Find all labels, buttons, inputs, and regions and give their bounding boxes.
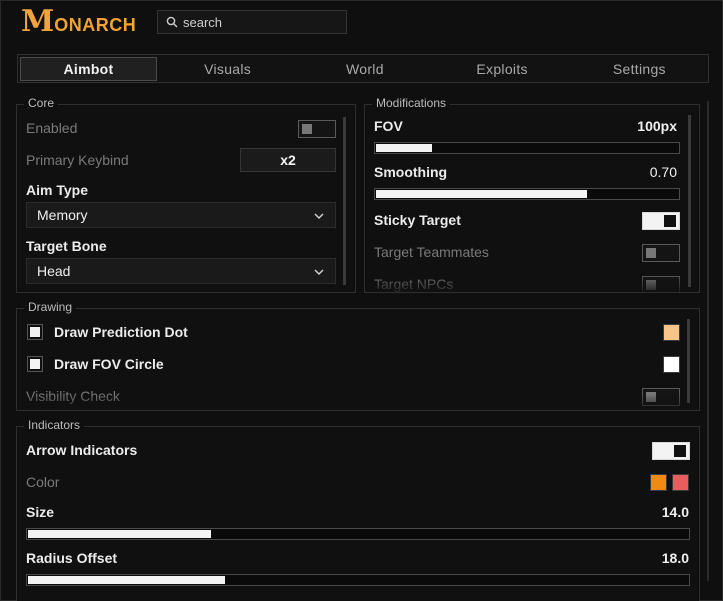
indicator-color-swatch-b[interactable] — [672, 474, 689, 491]
enabled-label: Enabled — [26, 120, 78, 136]
size-slider[interactable] — [26, 528, 690, 540]
prediction-dot-checkbox[interactable] — [27, 324, 43, 340]
target-npcs-label: Target NPCs — [374, 276, 454, 292]
indicator-color-swatch-a[interactable] — [650, 474, 667, 491]
size-value: 14.0 — [661, 504, 689, 520]
fov-label: FOV — [374, 118, 403, 134]
drawing-scrollbar[interactable] — [687, 319, 690, 403]
visibility-check-label: Visibility Check — [26, 388, 120, 404]
toggle-knob — [302, 124, 312, 134]
visibility-check-toggle[interactable] — [642, 388, 680, 406]
aim-type-label: Aim Type — [26, 182, 88, 198]
app-logo: M ONARCH — [21, 7, 136, 37]
radius-offset-slider[interactable] — [26, 574, 690, 586]
arrow-indicators-toggle[interactable] — [652, 442, 690, 460]
indicators-title: Indicators — [24, 418, 85, 432]
primary-keybind-label: Primary Keybind — [26, 152, 129, 168]
toggle-knob — [646, 280, 656, 290]
smoothing-label: Smoothing — [374, 164, 448, 180]
prediction-dot-color-swatch[interactable] — [663, 324, 680, 341]
enabled-toggle[interactable] — [298, 120, 336, 138]
indicators-group: Arrow Indicators Color Size 14.0 Radius … — [16, 426, 700, 601]
fov-value: 100px — [637, 118, 677, 134]
toggle-knob — [674, 445, 686, 457]
logo-initial: M — [21, 4, 54, 39]
fov-circle-checkbox[interactable] — [27, 356, 43, 372]
radius-offset-slider-fill — [28, 576, 225, 584]
core-scrollbar[interactable] — [343, 117, 346, 285]
main-scrollbar[interactable] — [707, 101, 709, 581]
tab-visuals[interactable]: Visuals — [159, 55, 296, 82]
tab-exploits[interactable]: Exploits — [434, 55, 571, 82]
size-label: Size — [26, 504, 55, 520]
aim-type-value: Memory — [37, 207, 88, 223]
sticky-target-toggle[interactable] — [642, 212, 680, 230]
core-group: Enabled Primary Keybind x2 Aim Type Memo… — [16, 104, 356, 293]
target-teammates-label: Target Teammates — [374, 244, 489, 260]
toggle-knob — [646, 392, 656, 402]
tab-world[interactable]: World — [296, 55, 433, 82]
target-bone-dropdown[interactable]: Head — [26, 258, 336, 284]
radius-offset-value: 18.0 — [661, 550, 689, 566]
sticky-target-label: Sticky Target — [374, 212, 461, 228]
smoothing-slider[interactable] — [374, 188, 680, 200]
target-bone-label: Target Bone — [26, 238, 107, 254]
modifications-scrollbar[interactable] — [688, 115, 691, 287]
fov-circle-label: Draw FOV Circle — [54, 356, 164, 372]
target-bone-value: Head — [37, 263, 71, 279]
tab-aimbot[interactable]: Aimbot — [20, 56, 157, 81]
search-icon — [166, 16, 178, 28]
target-npcs-toggle[interactable] — [642, 276, 680, 292]
app-window: M ONARCH Aimbot Visuals World Exploits S… — [0, 0, 723, 601]
size-slider-fill — [28, 530, 212, 538]
primary-keybind-button[interactable]: x2 — [240, 148, 336, 172]
search-box[interactable] — [157, 10, 347, 34]
core-title: Core — [24, 96, 59, 110]
fov-slider[interactable] — [374, 142, 680, 154]
fov-circle-color-swatch[interactable] — [663, 356, 680, 373]
target-teammates-toggle[interactable] — [642, 244, 680, 262]
modifications-title: Modifications — [372, 96, 451, 110]
search-input[interactable] — [183, 14, 343, 30]
radius-offset-label: Radius Offset — [26, 550, 118, 566]
arrow-indicators-label: Arrow Indicators — [26, 442, 138, 458]
chevron-down-icon — [314, 213, 324, 220]
tab-settings[interactable]: Settings — [571, 55, 708, 82]
modifications-group: FOV 100px Smoothing 0.70 Sticky Target T… — [364, 104, 700, 293]
toggle-knob — [664, 215, 676, 227]
smoothing-value: 0.70 — [649, 164, 677, 180]
logo-text: ONARCH — [54, 14, 137, 35]
chevron-down-icon — [314, 269, 324, 276]
drawing-group: Draw Prediction Dot Draw FOV Circle Visi… — [16, 308, 700, 411]
toggle-knob — [646, 248, 656, 258]
prediction-dot-label: Draw Prediction Dot — [54, 324, 188, 340]
smoothing-slider-fill — [376, 190, 587, 198]
tab-bar: Aimbot Visuals World Exploits Settings — [17, 54, 709, 83]
aim-type-dropdown[interactable]: Memory — [26, 202, 336, 228]
indicator-color-label: Color — [26, 474, 60, 490]
drawing-title: Drawing — [24, 300, 77, 314]
fov-slider-fill — [376, 144, 432, 152]
